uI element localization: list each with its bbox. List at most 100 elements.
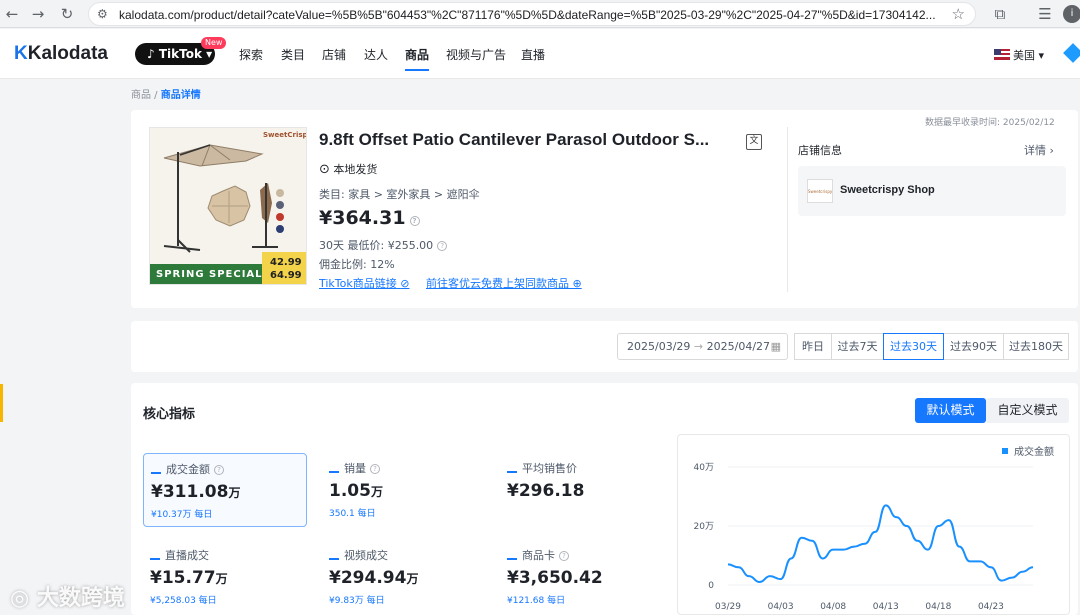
nav-shop[interactable]: 店铺 — [322, 46, 346, 63]
nav-explore[interactable]: 探索 — [239, 46, 263, 63]
metric-daily: ¥10.37万 每日 — [151, 510, 213, 520]
us-flag-icon — [994, 49, 1010, 60]
metric-value: ¥296.18 — [507, 481, 584, 501]
reload-icon[interactable]: ↻ — [57, 4, 77, 24]
tiktok-icon: ♪ — [147, 47, 155, 61]
list-same-product-link[interactable]: 前往客优云免费上架同款商品 ⊕ — [426, 275, 582, 291]
image-price-1: 42.99 — [270, 257, 302, 268]
metric-video-sales[interactable]: 视频成交 ¥294.94万 ¥9.83万 每日 — [322, 540, 486, 614]
metric-label-text: 成交金额 — [166, 463, 210, 476]
list-link-text: 前往客优云免费上架同款商品 — [426, 277, 569, 290]
metric-label: 成交金额? — [151, 461, 224, 477]
breadcrumb-separator: / — [151, 90, 161, 101]
browser-toolbar: ← → ↻ ⚙ kalodata.com/product/detail?cate… — [0, 0, 1080, 28]
tiktok-product-link[interactable]: TikTok商品链接 ⊘ — [319, 275, 409, 291]
date-start: 2025/03/29 — [627, 340, 691, 353]
back-icon[interactable]: ← — [2, 4, 22, 24]
x-tick-label: 04/13 — [873, 602, 899, 612]
product-image[interactable]: SweetCrispy SPRING SPECIAL 42.99 64.99 — [149, 127, 307, 285]
nav-category[interactable]: 类目 — [281, 46, 305, 63]
metric-daily: ¥5,258.03 每日 — [150, 596, 217, 606]
translate-icon[interactable]: 文 — [746, 134, 762, 150]
commission-rate: 佣金比例: 12% — [319, 258, 395, 271]
region-selector[interactable]: 美国 ▾ — [994, 47, 1044, 63]
lowest-price-info-icon[interactable]: ? — [437, 241, 448, 251]
extensions-icon[interactable]: ⧉ — [990, 4, 1010, 24]
ship-from: ⊙ 本地发货 — [319, 161, 377, 177]
y-tick-label: 40万 — [694, 463, 714, 473]
info-icon[interactable]: ? — [214, 465, 224, 475]
shop-logo: Sweetcrispy — [807, 179, 833, 203]
reading-list-icon[interactable]: ☰ — [1035, 4, 1055, 24]
range-90d[interactable]: 过去90天 — [943, 333, 1004, 360]
default-mode-button[interactable]: 默认模式 — [915, 398, 986, 423]
nav-video-ads[interactable]: 视频与广告 — [446, 46, 506, 63]
metric-label: 销量? — [329, 460, 380, 476]
link-icon: ⊘ — [400, 277, 410, 290]
top-nav: KKalodata ♪ TikTok ▾ New 探索 类目 店铺 达人 商品 … — [0, 29, 1080, 79]
ship-from-text: 本地发货 — [333, 163, 378, 176]
range-30d[interactable]: 过去30天 — [883, 333, 944, 360]
kalodata-logo[interactable]: KKalodata — [14, 43, 108, 65]
new-badge: New — [201, 37, 227, 49]
trend-chart-card: 40万 20万 0 03/29 04/03 04/08 04/13 04/18 04/23 成交金… — [677, 434, 1070, 615]
watermark: ◎ 大数跨境 — [10, 580, 125, 612]
shop-details-link[interactable]: 详情 › — [1024, 142, 1054, 158]
range-yesterday[interactable]: 昨日 — [794, 333, 832, 360]
caret-down-icon: ▾ — [206, 47, 213, 61]
first-recorded-date: 数据最早收录时间: 2025/02/12 — [925, 118, 1055, 128]
bookmark-star-icon[interactable]: ☆ — [952, 5, 965, 23]
trend-chart[interactable]: 40万 20万 0 03/29 04/03 04/08 04/13 04/18 04/23 成交金… — [678, 435, 1069, 614]
image-price-2: 64.99 — [270, 270, 302, 281]
price-info-icon[interactable]: ? — [409, 216, 420, 226]
date-range-picker[interactable]: 2025/03/29 → 2025/04/27 ▦ — [617, 333, 788, 360]
metric-label: 商品卡? — [507, 547, 569, 563]
metric-value-number: ¥296.18 — [507, 481, 585, 501]
product-price: ¥364.31? — [319, 207, 420, 229]
x-tick-label: 04/08 — [820, 602, 846, 612]
breadcrumb-current: 商品详情 — [160, 90, 201, 101]
profile-avatar[interactable]: i — [1063, 5, 1080, 23]
metric-unit: 万 — [215, 572, 228, 586]
bar-chart-icon — [151, 465, 161, 474]
breadcrumb-root[interactable]: 商品 — [131, 90, 151, 101]
site-settings-icon[interactable]: ⚙ — [97, 7, 108, 21]
metric-label: 平均销售价 — [507, 460, 577, 476]
forward-icon[interactable]: → — [28, 4, 48, 24]
bar-chart-icon — [507, 551, 517, 560]
metric-product-card[interactable]: 商品卡? ¥3,650.42 ¥121.68 每日 — [500, 540, 664, 614]
metric-value: 1.05万 — [329, 481, 383, 501]
info-icon[interactable]: ? — [370, 464, 380, 474]
range-7d[interactable]: 过去7天 — [831, 333, 884, 360]
info-icon[interactable]: ? — [559, 551, 569, 561]
custom-mode-button[interactable]: 自定义模式 — [986, 398, 1069, 423]
side-feedback-tab[interactable] — [0, 384, 3, 422]
image-brand-text: SweetCrispy — [263, 131, 306, 139]
vip-diamond-icon[interactable] — [1063, 43, 1080, 63]
shop-info-title: 店铺信息 — [798, 144, 842, 157]
nav-live[interactable]: 直播 — [521, 46, 545, 63]
metric-unit: 万 — [406, 572, 419, 586]
address-bar[interactable]: ⚙ kalodata.com/product/detail?cateValue=… — [88, 2, 976, 26]
metric-value: ¥311.08万 — [151, 482, 240, 502]
metric-sales-volume[interactable]: 销量? 1.05万 350.1 每日 — [322, 453, 486, 527]
breadcrumb: 商品 / 商品详情 — [131, 86, 201, 101]
range-180d[interactable]: 过去180天 — [1003, 333, 1069, 360]
metric-value: ¥15.77万 — [150, 568, 228, 588]
nav-product[interactable]: 商品 — [405, 46, 430, 71]
x-tick-label: 04/03 — [768, 602, 794, 612]
url-text[interactable]: kalodata.com/product/detail?cateValue=%5… — [119, 8, 939, 22]
metric-gmv[interactable]: 成交金额? ¥311.08万 ¥10.37万 每日 — [143, 453, 307, 527]
x-tick-label: 04/18 — [925, 602, 951, 612]
metric-unit: 万 — [370, 485, 383, 499]
metric-live-sales[interactable]: 直播成交 ¥15.77万 ¥5,258.03 每日 — [143, 540, 307, 614]
date-end: 2025/04/27 — [706, 340, 771, 353]
metric-value-number: 1.05 — [329, 481, 371, 501]
y-tick-label: 20万 — [694, 522, 714, 532]
nav-creator[interactable]: 达人 — [364, 46, 388, 63]
watermark-text: 大数跨境 — [36, 586, 125, 611]
metric-label-text: 销量 — [344, 462, 366, 475]
metric-avg-price[interactable]: 平均销售价 ¥296.18 — [500, 453, 664, 527]
metric-unit: 万 — [228, 486, 241, 500]
shop-card[interactable]: Sweetcrispy Sweetcrispy Shop — [798, 166, 1066, 216]
